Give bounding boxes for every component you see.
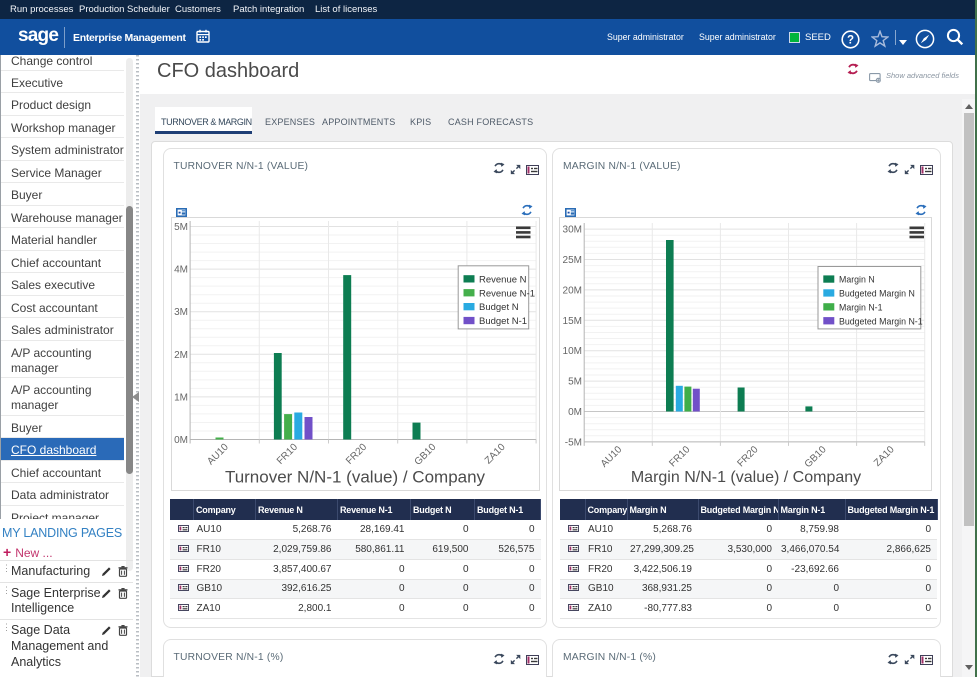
svg-text:Revenue N-1: Revenue N-1	[479, 288, 535, 299]
svg-text:15M: 15M	[563, 316, 582, 327]
svg-text:Budgeted Margin N: Budgeted Margin N	[839, 289, 915, 299]
svg-text:3M: 3M	[174, 307, 188, 318]
svg-text:Budgeted Margin N-1: Budgeted Margin N-1	[839, 316, 923, 326]
svg-text:5M: 5M	[568, 377, 582, 388]
svg-text:25M: 25M	[563, 255, 582, 266]
svg-text:0M: 0M	[174, 435, 188, 446]
svg-text:Margin N-1: Margin N-1	[839, 302, 883, 312]
svg-text:-5M: -5M	[565, 437, 582, 448]
svg-text:Budget N-1: Budget N-1	[479, 316, 527, 327]
svg-text:Margin N: Margin N	[839, 275, 875, 285]
svg-text:Margin N/N-1 (value) / Company: Margin N/N-1 (value) / Company	[631, 469, 861, 486]
svg-text:4M: 4M	[174, 265, 188, 276]
svg-text:?: ?	[847, 35, 854, 47]
svg-text:30M: 30M	[563, 225, 582, 236]
svg-text:2M: 2M	[174, 350, 188, 361]
svg-text:Turnover N/N-1 (value) / Compa: Turnover N/N-1 (value) / Company	[224, 468, 485, 487]
svg-text:Revenue N: Revenue N	[479, 274, 527, 285]
svg-text:Budget N: Budget N	[479, 302, 519, 313]
svg-text:5M: 5M	[174, 222, 188, 233]
svg-text:0M: 0M	[568, 407, 582, 418]
svg-text:1M: 1M	[174, 392, 188, 403]
svg-text:10M: 10M	[563, 346, 582, 357]
svg-text:20M: 20M	[563, 285, 582, 296]
